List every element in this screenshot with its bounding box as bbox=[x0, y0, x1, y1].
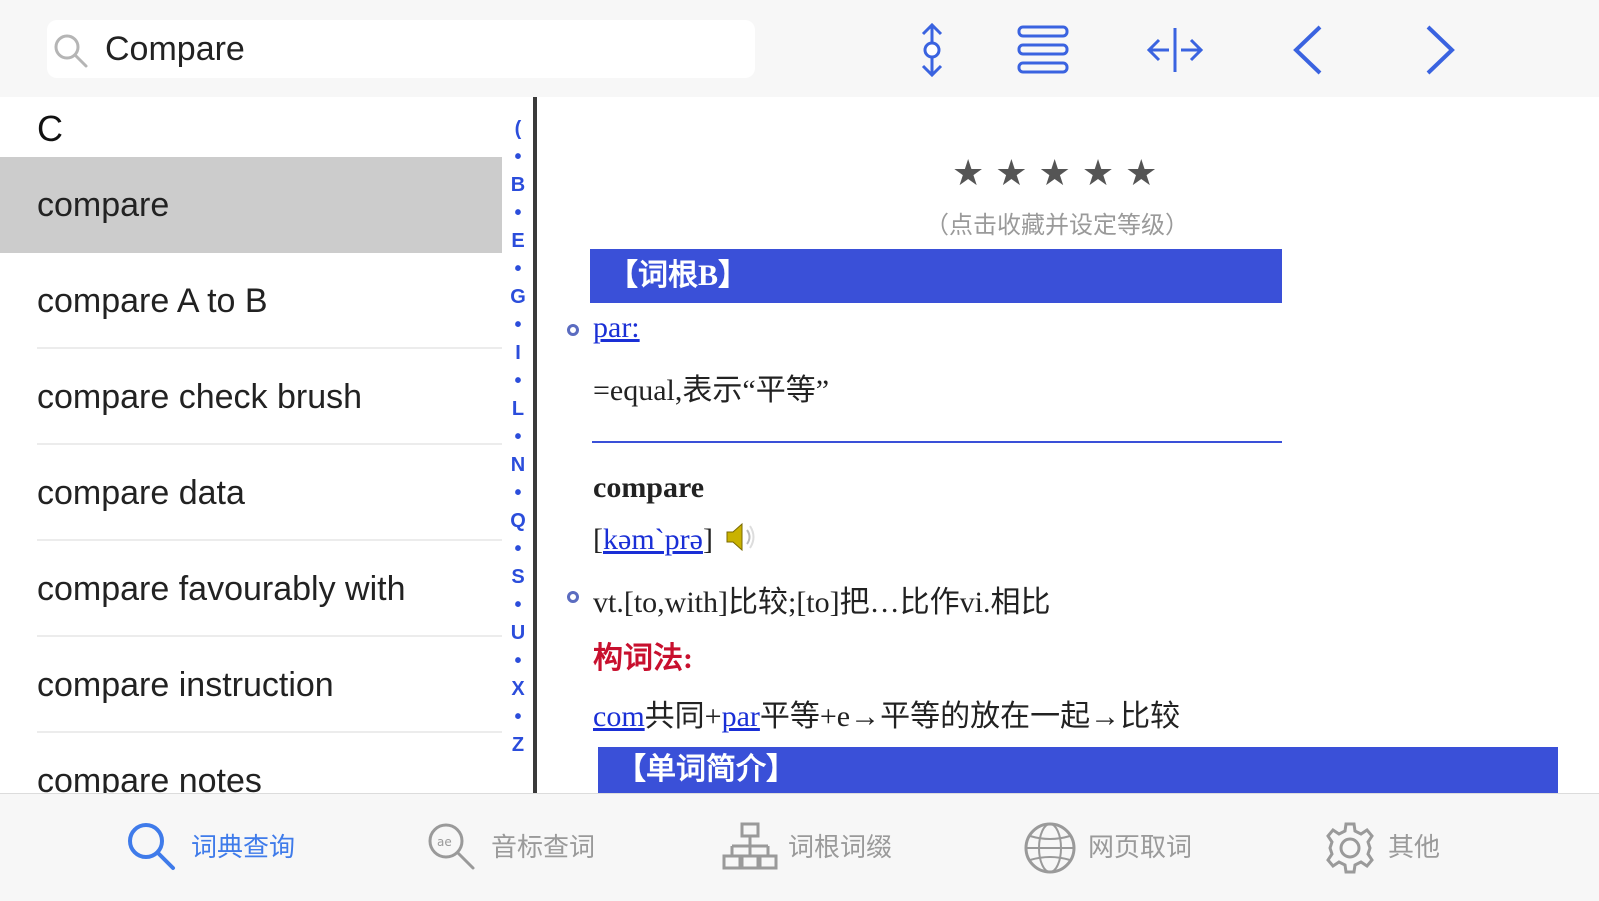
index-dot[interactable]: • bbox=[505, 538, 531, 560]
tree-icon bbox=[722, 822, 778, 870]
index-letter[interactable]: U bbox=[505, 622, 531, 644]
svg-text:ae: ae bbox=[437, 835, 452, 849]
section-header: C bbox=[37, 108, 63, 149]
root-meaning: =equal,表示“平等” bbox=[593, 374, 830, 407]
index-dot[interactable]: • bbox=[505, 482, 531, 504]
tab-web-lookup[interactable]: 网页取词 bbox=[1022, 820, 1222, 878]
index-letter[interactable]: ( bbox=[505, 118, 531, 140]
root-section-header: 【词根B】 bbox=[590, 249, 1282, 303]
list-item-label: compare favourably with bbox=[37, 570, 406, 608]
index-dot[interactable]: • bbox=[505, 426, 531, 448]
gear-icon bbox=[1326, 822, 1374, 874]
formation-part: 平等+e→平等的放在一起→比较 bbox=[759, 700, 1181, 733]
list-item[interactable]: compare favourably with bbox=[0, 541, 502, 637]
index-letter[interactable]: I bbox=[505, 342, 531, 364]
index-dot[interactable]: • bbox=[505, 258, 531, 280]
tab-label: 词典查询 bbox=[191, 833, 296, 863]
index-dot[interactable]: • bbox=[505, 146, 531, 168]
search-input[interactable]: Compare bbox=[105, 27, 245, 71]
search-icon bbox=[54, 34, 88, 68]
expand-vertical-icon[interactable] bbox=[902, 20, 962, 80]
index-dot[interactable]: • bbox=[505, 370, 531, 392]
list-item-label: compare check brush bbox=[37, 378, 363, 416]
formation-link-par[interactable]: par bbox=[722, 700, 760, 733]
list-item[interactable]: compare instruction bbox=[0, 637, 502, 733]
tab-other[interactable]: 其他 bbox=[1322, 820, 1482, 878]
index-letter[interactable]: N bbox=[505, 454, 531, 476]
index-dot[interactable]: • bbox=[505, 314, 531, 336]
index-letter[interactable]: S bbox=[505, 566, 531, 588]
speaker-icon[interactable] bbox=[724, 519, 758, 555]
index-dot[interactable]: • bbox=[505, 594, 531, 616]
word-list: C compare compare A to B compare check b… bbox=[0, 97, 502, 793]
index-letter[interactable]: Z bbox=[505, 734, 531, 756]
tab-roots-affixes[interactable]: 词根词缀 bbox=[722, 820, 922, 878]
index-dot[interactable]: • bbox=[505, 650, 531, 672]
phonetic-bracket-open: [ bbox=[593, 523, 603, 556]
list-item-label: compare instruction bbox=[37, 666, 334, 704]
list-item-label: compare A to B bbox=[37, 282, 268, 320]
index-letter[interactable]: G bbox=[505, 286, 531, 308]
list-item-label: compare bbox=[37, 186, 170, 224]
index-letter[interactable]: E bbox=[505, 230, 531, 252]
phonetic-link[interactable]: kəm`prə bbox=[603, 523, 703, 556]
formation-link-com[interactable]: com bbox=[593, 700, 645, 733]
phonetic-bracket-close: ] bbox=[702, 523, 713, 556]
rating-hint: （点击收藏并设定等级） bbox=[925, 211, 1189, 239]
index-dot[interactable]: • bbox=[505, 202, 531, 224]
entry-content: ★★★★★ （点击收藏并设定等级） 【词根B】 par: =equal,表示“平… bbox=[537, 97, 1599, 793]
formation-label: 构词法: bbox=[593, 642, 693, 675]
top-toolbar: Compare bbox=[0, 0, 1599, 97]
list-item[interactable]: compare bbox=[0, 157, 502, 253]
tab-phonetic-search[interactable]: ae 音标查词 bbox=[425, 820, 625, 878]
bullet-icon bbox=[567, 591, 579, 603]
index-letter[interactable]: X bbox=[505, 678, 531, 700]
phonetic-line: [kəm`prə] bbox=[593, 523, 713, 557]
bullet-icon bbox=[567, 324, 579, 336]
phonetic-search-icon: ae bbox=[428, 823, 475, 870]
list-item[interactable]: compare check brush bbox=[0, 349, 502, 445]
root-link[interactable]: par: bbox=[593, 311, 640, 344]
formation-line: com共同+par平等+e→平等的放在一起→比较 bbox=[593, 691, 1180, 735]
list-item[interactable]: compare A to B bbox=[0, 253, 502, 349]
index-dot[interactable]: • bbox=[505, 706, 531, 728]
tab-bar: 词典查询 ae 音标查词 词根词缀 网页取词 其他 bbox=[0, 793, 1599, 901]
headword: compare bbox=[593, 471, 705, 504]
list-item-label: compare data bbox=[37, 474, 245, 512]
intro-section-header: 【单词简介】 bbox=[598, 747, 1558, 793]
rating-stars[interactable]: ★★★★★ bbox=[952, 153, 1168, 194]
chevron-right-icon[interactable] bbox=[1410, 20, 1470, 80]
globe-icon bbox=[1024, 822, 1076, 874]
tab-label: 词根词缀 bbox=[788, 833, 893, 863]
tab-dictionary[interactable]: 词典查询 bbox=[125, 820, 325, 878]
list-view-icon[interactable] bbox=[1013, 20, 1073, 80]
list-item[interactable]: compare data bbox=[0, 445, 502, 541]
chevron-left-icon[interactable] bbox=[1278, 20, 1338, 80]
split-view-icon[interactable] bbox=[1145, 20, 1205, 80]
list-item-label: compare notes bbox=[37, 762, 262, 793]
tab-label: 音标查词 bbox=[491, 833, 596, 863]
alphabet-index[interactable]: ( • B • E • G • I • L • N • Q • S • U • … bbox=[505, 118, 531, 768]
list-item[interactable]: compare notes bbox=[0, 733, 502, 793]
tab-label: 其他 bbox=[1388, 833, 1441, 863]
index-letter[interactable]: Q bbox=[505, 510, 531, 532]
formation-part: 共同+ bbox=[644, 700, 722, 733]
index-letter[interactable]: B bbox=[505, 174, 531, 196]
search-icon bbox=[128, 823, 175, 870]
index-letter[interactable]: L bbox=[505, 398, 531, 420]
definition: vt.[to,with]比较;[to]把…比作vi.相比 bbox=[593, 586, 1051, 619]
tab-label: 网页取词 bbox=[1088, 833, 1193, 863]
section-divider bbox=[592, 441, 1282, 443]
